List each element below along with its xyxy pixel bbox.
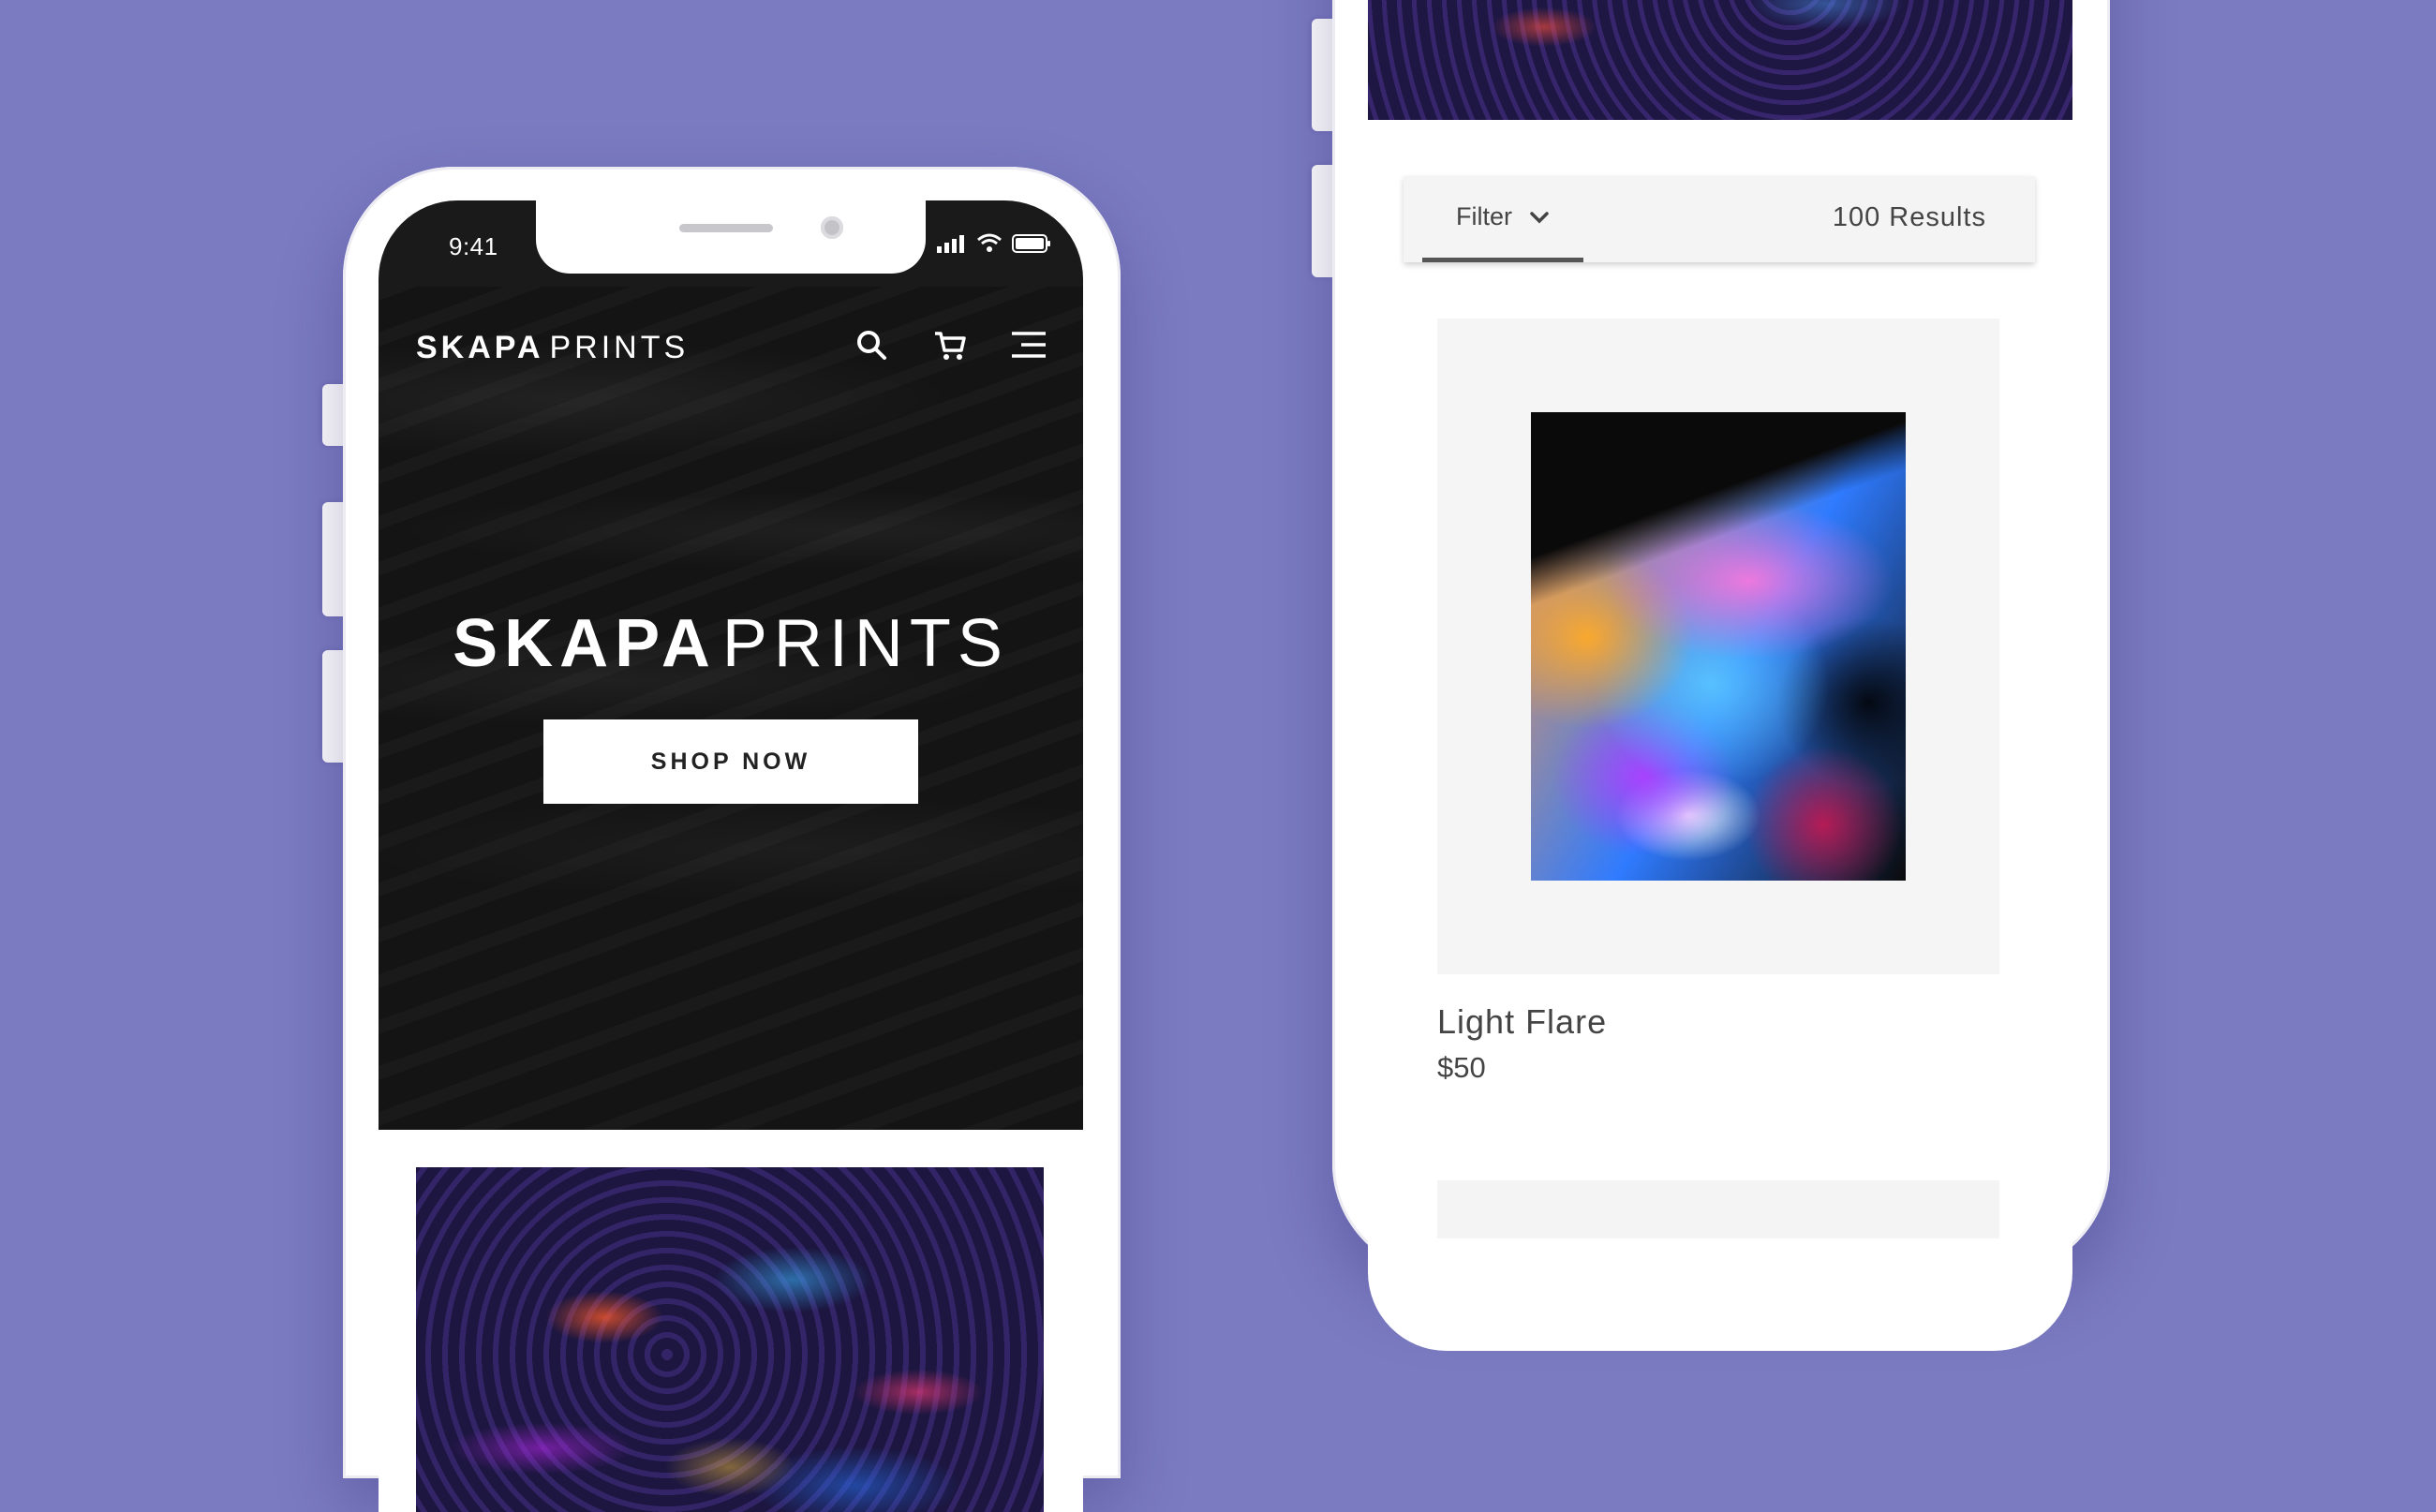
shop-now-button[interactable]: SHOP NOW	[543, 719, 918, 804]
featured-artwork-image[interactable]	[416, 1167, 1044, 1512]
home-screen: 9:41 SKAPA PRINTS SKAPAPRINTS SHOP NOW	[379, 200, 1083, 1512]
volume-down-button	[322, 650, 345, 763]
volume-button	[322, 384, 345, 446]
battery-icon	[1012, 234, 1050, 253]
search-icon[interactable]	[853, 326, 890, 363]
filter-label: Filter	[1456, 202, 1512, 230]
product-name[interactable]: Light Flare	[1437, 1002, 1607, 1042]
logo-bold: SKAPA	[416, 330, 544, 365]
chevron-down-icon	[1530, 211, 1549, 223]
hero-title: SKAPAPRINTS	[379, 605, 1083, 682]
results-count: 100 Results	[1832, 202, 1986, 232]
side-button	[1312, 19, 1334, 131]
filter-button[interactable]: Filter	[1422, 176, 1583, 262]
nav-logo[interactable]: SKAPA PRINTS	[416, 330, 689, 366]
volume-up-button	[322, 502, 345, 616]
product-list-screen: Filter 100 Results Light Flare $50	[1368, 0, 2072, 1351]
signal-icon	[937, 235, 964, 253]
camera	[821, 216, 843, 239]
status-icons	[937, 232, 1051, 253]
menu-icon[interactable]	[1010, 326, 1047, 363]
hero-title-light: PRINTS	[721, 606, 1009, 681]
cart-icon[interactable]	[931, 326, 969, 363]
product-price: $50	[1437, 1051, 1486, 1084]
status-time: 9:41	[449, 232, 498, 260]
filter-bar: Filter 100 Results	[1404, 176, 2035, 262]
wifi-icon	[977, 233, 1002, 252]
speaker	[679, 224, 773, 232]
notch	[536, 200, 926, 274]
hero-banner: SKAPA PRINTS SKAPAPRINTS SHOP NOW	[379, 287, 1083, 1130]
next-product-card[interactable]	[1437, 1180, 1999, 1238]
product-image[interactable]	[1531, 412, 1906, 881]
phone-left: 9:41 SKAPA PRINTS SKAPAPRINTS SHOP NOW	[343, 167, 1121, 1512]
logo-light: PRINTS	[549, 330, 690, 365]
phone-right: Filter 100 Results Light Flare $50	[1332, 0, 2110, 1351]
collection-banner-image	[1368, 0, 2072, 120]
product-card[interactable]	[1437, 319, 1999, 974]
side-button-lower	[1312, 165, 1334, 277]
hero-title-bold: SKAPA	[453, 606, 717, 681]
nav-icons	[853, 326, 1047, 363]
